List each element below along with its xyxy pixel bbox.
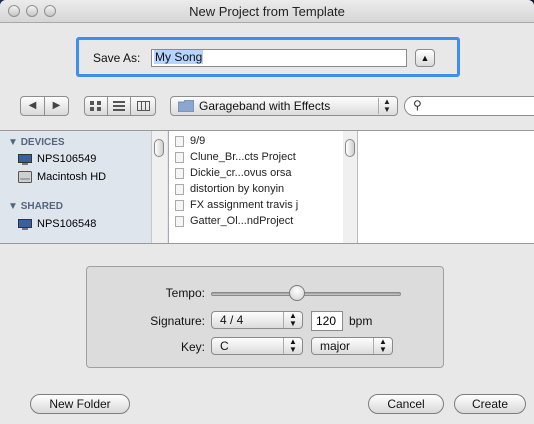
save-as-input[interactable]: My Song [151,49,407,67]
file-name: FX assignment travis j [190,199,299,211]
sidebar: ▼ DEVICES NPS106549 Macintosh HD ▼ SHARE… [0,131,169,243]
back-arrow-icon: ◀ [28,100,37,111]
list-item[interactable]: Dickie_cr...ovus orsa [175,167,291,182]
icon-view-button[interactable] [84,96,108,116]
file-name: distortion by konyin [190,183,285,195]
save-as-row: Save As: My Song ▲ [76,37,460,77]
scale-value: major [320,339,351,353]
sidebar-scrollbar[interactable] [151,131,167,243]
icon-view-icon [90,101,101,111]
tempo-bpm-input[interactable] [311,311,343,331]
signature-popup[interactable]: 4 / 4 ▲ ▼ [211,311,303,329]
file-name: Clune_Br...cts Project [190,151,296,163]
sidebar-item-label: Macintosh HD [37,171,107,183]
triangle-up-icon: ▲ [420,53,430,63]
folder-icon [178,100,194,112]
tempo-label: Tempo: [165,286,205,300]
key-label: Key: [180,340,205,354]
list-item[interactable]: distortion by konyin [175,183,284,198]
scale-popup[interactable]: major ▲ ▼ [311,337,393,355]
new-folder-button[interactable]: New Folder [30,394,130,414]
shared-header: SHARED [20,201,63,212]
file-name: Dickie_cr...ovus orsa [190,167,292,179]
hard-drive-icon [18,171,32,184]
column-view-icon [136,101,150,111]
save-as-value: My Song [154,50,204,64]
document-icon [175,183,184,195]
bpm-unit-label: bpm [349,314,373,328]
scroll-thumb[interactable] [345,139,355,157]
sidebar-section-devices[interactable]: ▼ DEVICES [8,137,65,148]
forward-button[interactable]: ▶ [44,96,69,116]
location-label: Garageband with Effects [199,99,331,113]
signature-label: Signature: [150,314,205,328]
signature-value: 4 / 4 [220,313,244,327]
file-browser: ▼ DEVICES NPS106549 Macintosh HD ▼ SHARE… [0,130,534,244]
list-item[interactable]: 9/9 [175,135,205,150]
disclosure-button[interactable]: ▲ [415,49,435,67]
document-icon [175,135,184,147]
document-icon [175,199,184,211]
column-view-button[interactable] [130,96,156,116]
disclosure-triangle-icon: ▼ [8,201,21,212]
file-name: 9/9 [190,135,206,147]
search-field[interactable]: ⚲ [404,96,534,116]
file-column: 9/9 Clune_Br...cts Project Dickie_cr...o… [169,131,344,243]
document-icon [175,167,184,179]
tempo-slider[interactable] [211,292,401,296]
sidebar-item-label: NPS106549 [37,153,97,165]
updown-arrows-icon: ▲ ▼ [373,338,392,354]
document-icon [175,215,184,227]
sidebar-item-label: NPS106548 [37,218,97,230]
file-column-scrollbar[interactable] [343,131,358,243]
file-name: Gatter_Ol...ndProject [190,215,294,227]
computer-icon [18,218,32,230]
document-icon [175,151,184,163]
sidebar-item-nps106548[interactable]: NPS106548 [18,218,96,234]
updown-arrows-icon: ▲ ▼ [283,338,302,354]
tempo-slider-knob[interactable] [289,285,306,301]
location-popup[interactable]: Garageband with Effects ▲ ▼ [170,96,398,116]
sidebar-section-shared[interactable]: ▼ SHARED [8,201,63,212]
project-settings-panel: Tempo: Signature: 4 / 4 ▲▼ bpm Key: C ▲▼… [86,266,444,368]
computer-icon [18,153,32,165]
new-project-dialog: New Project from Template Save As: My So… [0,0,534,424]
list-view-icon [113,101,125,111]
cancel-button[interactable]: Cancel [368,394,444,414]
create-button[interactable]: Create [454,394,526,414]
empty-column [358,131,534,243]
key-value: C [220,339,229,353]
back-button[interactable]: ◀ [20,96,45,116]
disclosure-triangle-icon: ▼ [8,137,21,148]
title-bar: New Project from Template [0,0,534,23]
search-icon: ⚲ [413,98,422,112]
list-item[interactable]: Gatter_Ol...ndProject [175,215,293,230]
list-view-button[interactable] [107,96,131,116]
sidebar-item-macintosh-hd[interactable]: Macintosh HD [18,171,106,187]
updown-arrows-icon: ▲ ▼ [378,98,395,114]
sidebar-item-nps106549[interactable]: NPS106549 [18,153,96,169]
updown-arrows-icon: ▲ ▼ [283,312,302,328]
scroll-thumb[interactable] [154,139,164,157]
window-title: New Project from Template [189,4,345,19]
list-item[interactable]: FX assignment travis j [175,199,298,214]
forward-arrow-icon: ▶ [52,100,61,111]
key-popup[interactable]: C ▲ ▼ [211,337,303,355]
list-item[interactable]: Clune_Br...cts Project [175,151,296,166]
save-as-label: Save As: [93,51,141,65]
devices-header: DEVICES [20,137,65,148]
